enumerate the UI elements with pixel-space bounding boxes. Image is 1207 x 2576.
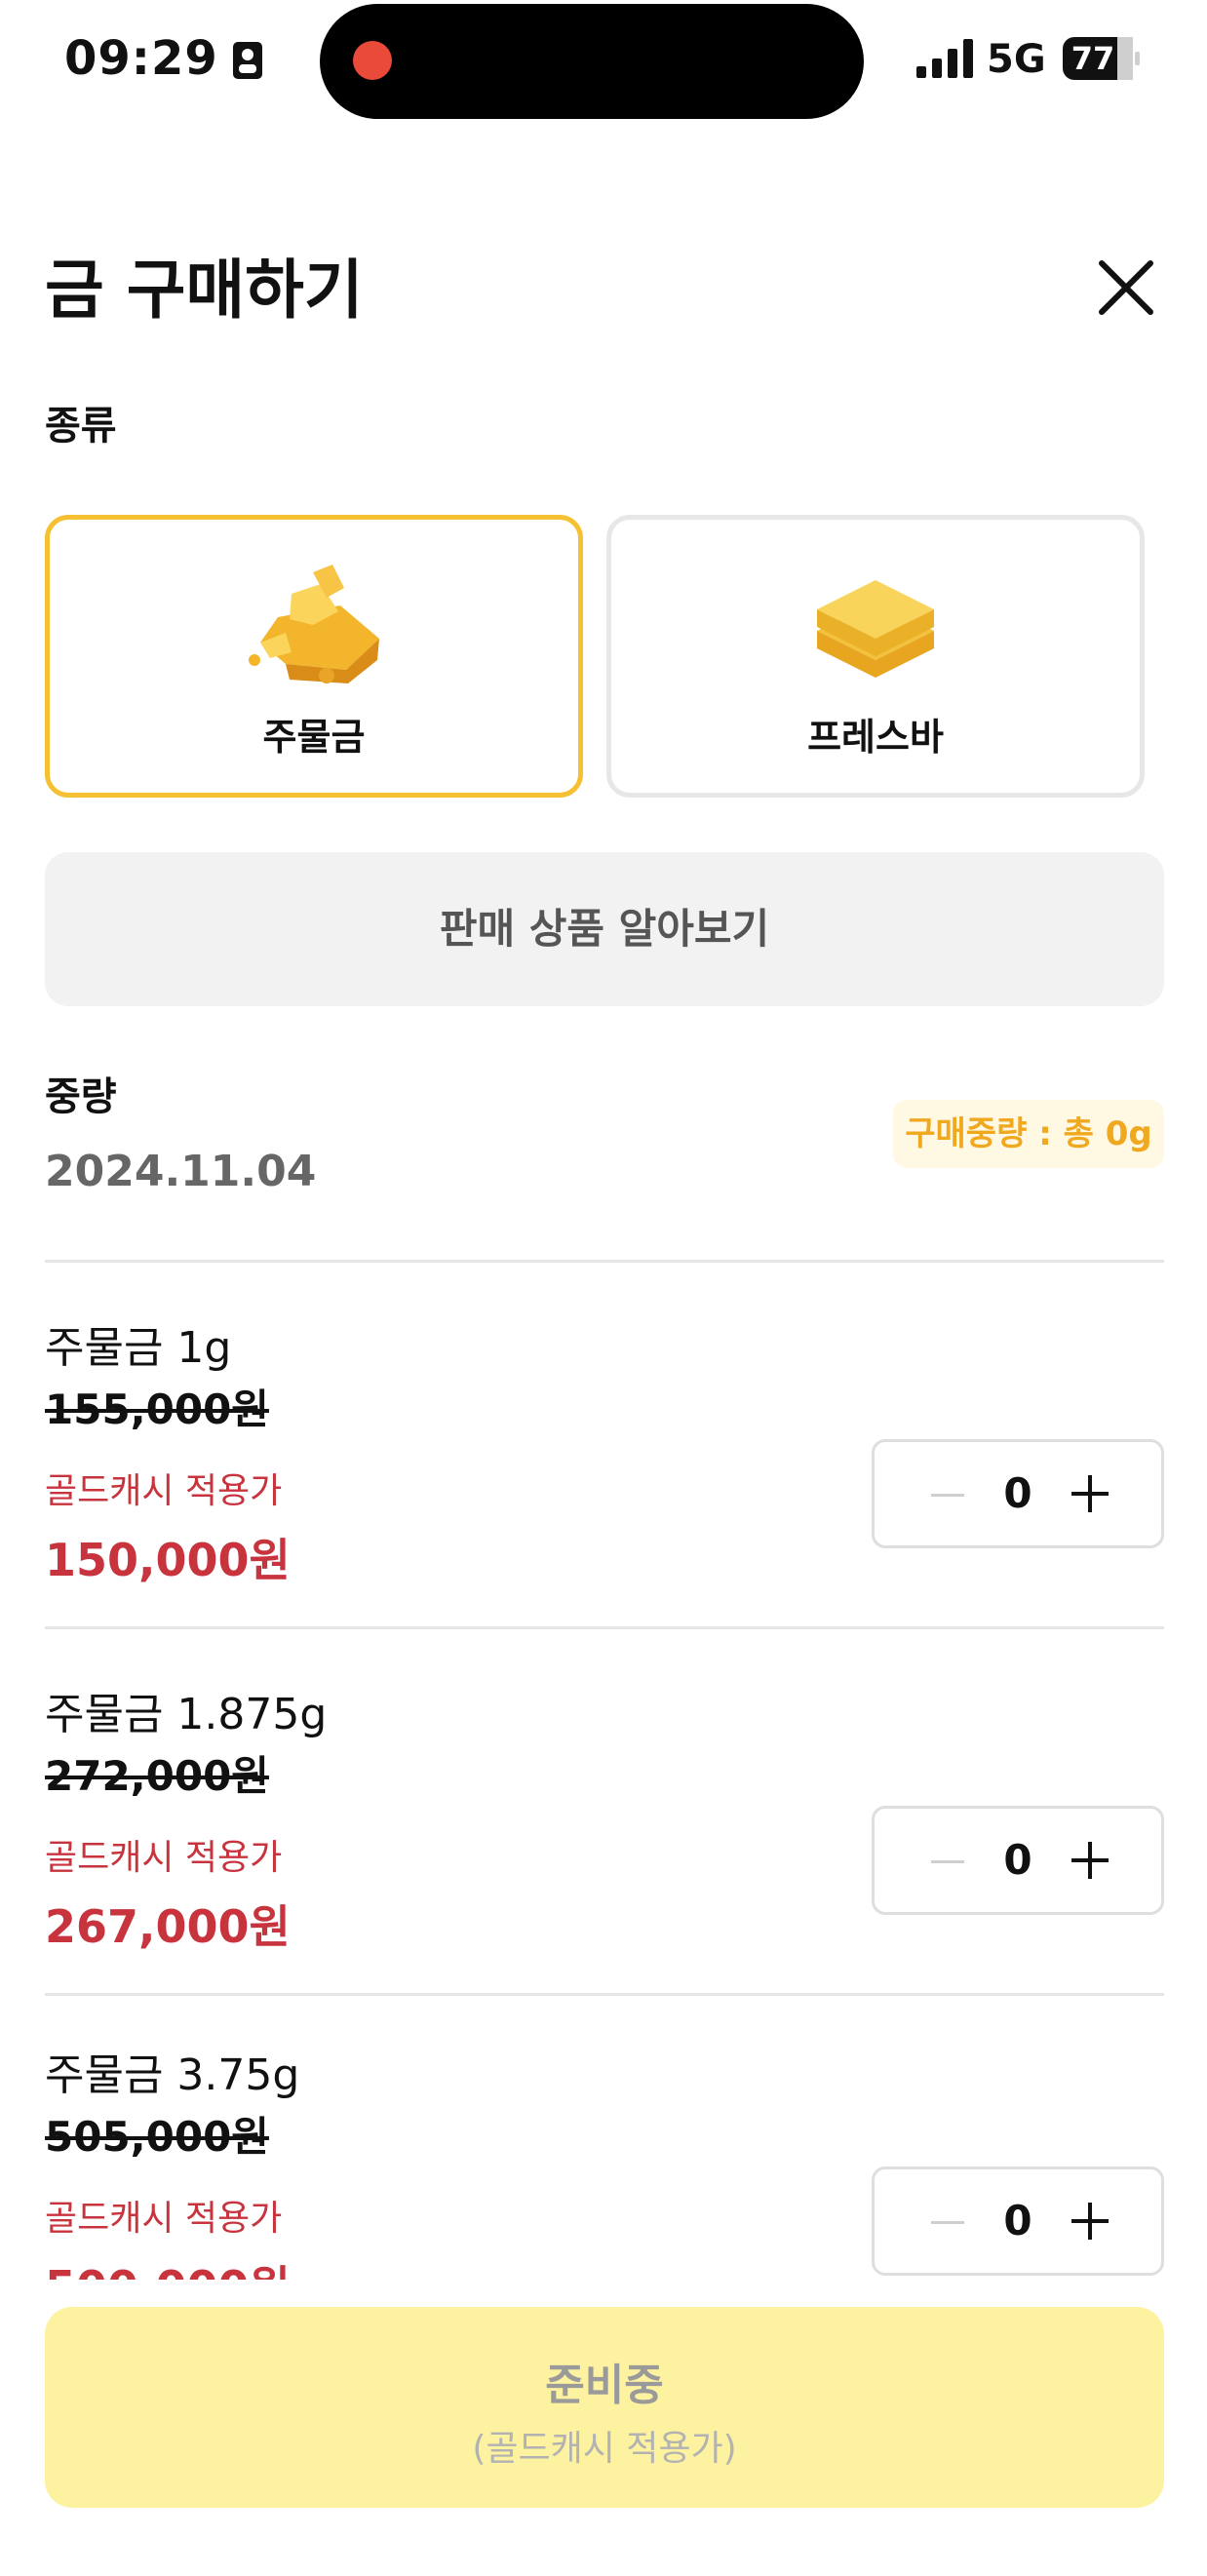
product-name: 주물금 1g: [45, 1323, 232, 1373]
decrease-button[interactable]: [931, 2221, 964, 2224]
quantity-value: 0: [1003, 1836, 1032, 1884]
type-section-label: 종류: [45, 404, 117, 449]
gold-nugget-icon: [249, 565, 379, 683]
increase-button[interactable]: [1071, 1842, 1109, 1879]
network-type: 5G: [987, 37, 1046, 82]
type-option-label: 주물금: [262, 716, 366, 759]
type-option-label: 프레스바: [807, 716, 944, 759]
total-weight-badge: 구매중량 : 총 0g: [893, 1100, 1164, 1168]
increase-button[interactable]: [1071, 2203, 1109, 2240]
recording-indicator: [353, 41, 392, 80]
decrease-button[interactable]: [931, 1860, 964, 1863]
quantity-stepper: 0: [872, 1806, 1164, 1915]
quantity-stepper: 0: [872, 1439, 1164, 1548]
original-price: 272,000원: [45, 1752, 269, 1800]
type-option-press-bar[interactable]: 프레스바: [606, 515, 1145, 798]
original-price: 155,000원: [45, 1386, 269, 1433]
person-badge-icon: [233, 42, 262, 79]
purchase-button-sublabel: (골드캐시 적용가): [472, 2429, 737, 2469]
battery-level: 77: [1071, 40, 1115, 77]
type-option-cast-gold[interactable]: 주물금: [45, 515, 583, 798]
divider: [45, 1626, 1164, 1629]
sale-price: 500,000원: [45, 2252, 291, 2280]
purchase-button-label: 준비중: [545, 2361, 664, 2410]
price-date: 2024.11.04: [45, 1147, 317, 1196]
product-row: 주물금 3.75g 505,000원 골드캐시 적용가 500,000원 0: [0, 2040, 1207, 2280]
dynamic-island: [320, 4, 864, 119]
quantity-value: 0: [1003, 2197, 1032, 2244]
product-row: 주물금 1.875g 272,000원 골드캐시 적용가 267,000원 0: [0, 1679, 1207, 2001]
gold-bar-icon: [817, 580, 934, 678]
divider: [45, 1260, 1164, 1263]
product-name: 주물금 3.75g: [45, 2050, 300, 2100]
status-bar: 09:29 5G 77: [0, 0, 1207, 127]
learn-products-button[interactable]: 판매 상품 알아보기: [45, 852, 1164, 1006]
quantity-stepper: 0: [872, 2166, 1164, 2276]
divider: [45, 1993, 1164, 1996]
sale-price: 150,000원: [45, 1534, 291, 1586]
status-time: 09:29: [64, 31, 218, 86]
cellular-signal-icon: [916, 39, 973, 78]
decrease-button[interactable]: [931, 1494, 964, 1497]
weight-section-label: 중량: [45, 1074, 117, 1119]
original-price: 505,000원: [45, 2113, 269, 2161]
gold-cash-price-label: 골드캐시 적용가: [45, 1471, 283, 1511]
gold-cash-price-label: 골드캐시 적용가: [45, 1838, 283, 1878]
product-row: 주물금 1g 155,000원 골드캐시 적용가 150,000원 0: [0, 1312, 1207, 1634]
product-scroll-clip: 주물금 3.75g 505,000원 골드캐시 적용가 500,000원 0: [0, 2018, 1207, 2280]
page-title: 금 구매하기: [45, 253, 364, 328]
sale-price: 267,000원: [45, 1900, 291, 1953]
increase-button[interactable]: [1071, 1475, 1109, 1512]
close-icon[interactable]: [1094, 255, 1158, 320]
quantity-value: 0: [1003, 1469, 1032, 1517]
product-name: 주물금 1.875g: [45, 1690, 328, 1739]
gold-cash-price-label: 골드캐시 적용가: [45, 2199, 283, 2239]
purchase-button[interactable]: 준비중 (골드캐시 적용가): [45, 2307, 1164, 2508]
